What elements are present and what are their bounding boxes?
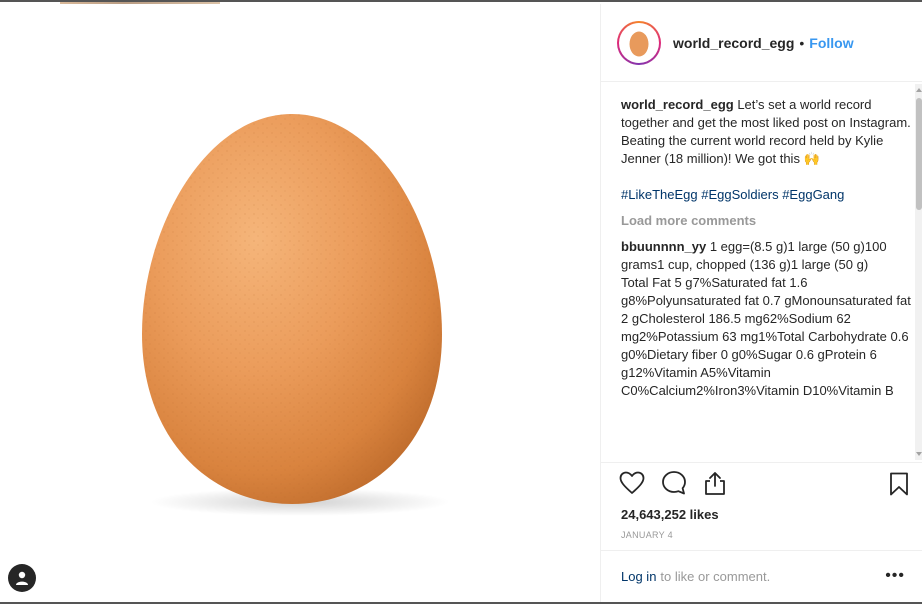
- follow-button[interactable]: Follow: [809, 35, 853, 51]
- hashtag-link[interactable]: #EggGang: [782, 187, 844, 202]
- caption: world_record_egg Let’s set a world recor…: [621, 96, 917, 168]
- user-icon[interactable]: [8, 564, 36, 592]
- login-prompt-text: to like or comment.: [660, 569, 771, 584]
- scroll-down-arrow-icon[interactable]: [916, 452, 922, 456]
- post-actions: 24,643,252 likes JANUARY 4: [601, 462, 922, 540]
- comment-item: bbuunnnn_yy 1 egg=(8.5 g)1 large (50 g)1…: [621, 238, 917, 400]
- scroll-up-arrow-icon[interactable]: [916, 88, 922, 92]
- post-date: JANUARY 4: [621, 530, 673, 540]
- login-prompt: Log in to like or comment. •••: [601, 550, 922, 602]
- egg-image: [142, 114, 450, 516]
- egg-avatar-icon: [629, 31, 649, 56]
- hashtag-link[interactable]: #LikeTheEgg: [621, 187, 698, 202]
- more-options-icon[interactable]: •••: [885, 568, 905, 584]
- bookmark-icon[interactable]: [889, 472, 909, 501]
- comment-icon[interactable]: [661, 470, 687, 496]
- share-icon[interactable]: [703, 470, 727, 496]
- heart-icon[interactable]: [619, 471, 645, 495]
- hashtag-link[interactable]: #EggSoldiers: [701, 187, 778, 202]
- post-header: world_record_egg • Follow: [601, 4, 922, 82]
- action-icons-row: [601, 463, 922, 503]
- likes-count[interactable]: 24,643,252 likes: [601, 507, 922, 522]
- avatar[interactable]: [617, 20, 661, 65]
- instagram-post-window: world_record_egg • Follow world_record_e…: [0, 0, 922, 604]
- scrollbar-thumb[interactable]: [916, 98, 922, 210]
- comment-text-continued: Total Fat 5 g7%Saturated fat 1.6 g8%Poly…: [621, 275, 911, 398]
- load-more-comments-button[interactable]: Load more comments: [621, 212, 917, 230]
- comment-username[interactable]: bbuunnnn_yy: [621, 239, 706, 254]
- separator-dot: •: [799, 34, 805, 51]
- post-photo[interactable]: [0, 4, 600, 602]
- comments-section[interactable]: world_record_egg Let’s set a world recor…: [601, 84, 922, 460]
- header-username[interactable]: world_record_egg: [673, 35, 794, 51]
- login-link[interactable]: Log in: [621, 569, 656, 584]
- hashtags: #LikeTheEgg #EggSoldiers #EggGang: [621, 186, 917, 204]
- post-side-panel: world_record_egg • Follow world_record_e…: [600, 4, 922, 602]
- comments-scrollbar[interactable]: [915, 84, 922, 460]
- caption-username[interactable]: world_record_egg: [621, 97, 734, 112]
